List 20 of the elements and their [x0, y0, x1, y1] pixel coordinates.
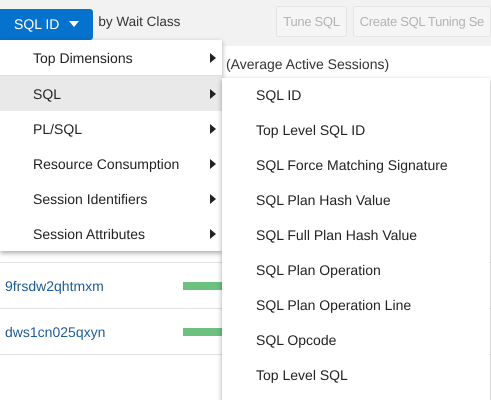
- menu-item[interactable]: PL/SQL: [0, 111, 222, 146]
- chart-title: (Average Active Sessions): [226, 56, 390, 72]
- submenu-item[interactable]: SQL Force Matching Signature: [222, 148, 490, 183]
- menu-item[interactable]: Resource Consumption: [0, 146, 222, 181]
- menu-item[interactable]: Session Identifiers: [0, 181, 222, 216]
- sql-id-link[interactable]: 9frsdw2qhtmxm: [0, 278, 183, 294]
- submenu-item[interactable]: SQL ID: [222, 78, 490, 113]
- sql-id-link[interactable]: dws1cn025qxyn: [0, 324, 183, 340]
- menu-item[interactable]: SQL: [0, 76, 222, 111]
- submenu-item[interactable]: SQL Full Plan Hash Value: [222, 218, 490, 253]
- caret-icon: [69, 21, 80, 27]
- dimension-dropdown-button[interactable]: SQL ID: [0, 8, 94, 40]
- submenu-item[interactable]: SQL Opcode: [222, 323, 490, 358]
- submenu-item[interactable]: SQL Plan Hash Value: [222, 183, 490, 218]
- submenu-item[interactable]: Top Level SQL ID: [222, 113, 490, 148]
- by-label: by Wait Class: [98, 14, 180, 28]
- submenu-item[interactable]: Top Level SQL: [222, 358, 490, 393]
- submenu-item[interactable]: SQL Plan Operation Line: [222, 288, 490, 323]
- submenu-item[interactable]: SQL Plan Operation: [222, 253, 490, 288]
- menu-item[interactable]: Session Attributes: [0, 216, 222, 251]
